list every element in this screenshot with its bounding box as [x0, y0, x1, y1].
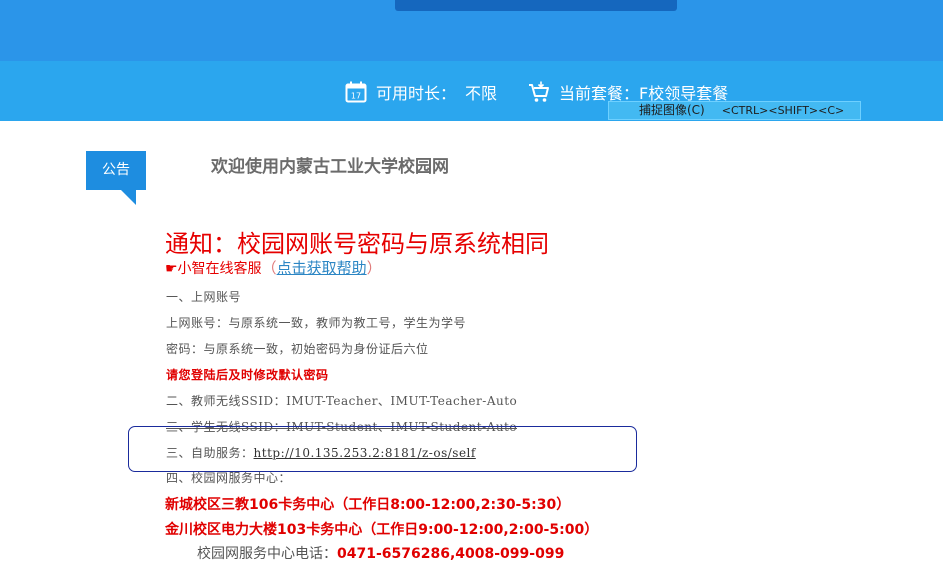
plan-info: 当前套餐： F校领导套餐: [528, 81, 728, 103]
notice-tag: 公告: [86, 151, 146, 190]
paren-open: （: [261, 259, 277, 277]
customer-service-label: ☛小智在线客服: [165, 261, 262, 277]
notice-line-teacher-ssid: 二、教师无线SSID：IMUT-Teacher、IMUT-Teacher-Aut…: [166, 394, 518, 408]
notice-line-password: 密码：与原系统一致，初始密码为身份证后六位: [166, 342, 429, 356]
notice-line-change-password: 请您登陆后及时修改默认密码: [166, 368, 329, 382]
capture-label: 捕捉图像(C): [639, 103, 705, 117]
notice-line-account: 上网账号：与原系统一致，教师为教工号，学生为学号: [166, 316, 467, 330]
cart-icon: [529, 81, 549, 102]
customer-service-line: ☛小智在线客服（点击获取帮助）: [165, 257, 382, 278]
phone-value: 0471-6576286,4008-099-099: [337, 546, 565, 562]
paren-close: ）: [366, 259, 382, 277]
jinchuan-card-center: 金川校区电力大楼103卡务中心（工作日9:00-12:00,2:00-5:00）: [165, 522, 599, 538]
help-link[interactable]: 点击获取帮助: [277, 259, 367, 277]
usage-value: 不限: [465, 84, 498, 103]
xincheng-card-center: 新城校区三教106卡务中心（工作日8:00-12:00,2:30-5:30）: [165, 497, 571, 513]
capture-shortcut-tooltip: 捕捉图像(C) <CTRL><SHIFT><C>: [608, 101, 861, 120]
service-phone: 校园网服务中心电话：0471-6576286,4008-099-099: [197, 543, 564, 563]
highlight-annotation: [128, 426, 637, 472]
notice-headline: 通知：校园网账号密码与原系统相同: [165, 230, 549, 258]
top-action-button[interactable]: [395, 0, 677, 11]
welcome-title: 欢迎使用内蒙古工业大学校园网: [211, 157, 449, 177]
calendar-day: 17: [351, 92, 361, 101]
capture-shortcut: <CTRL><SHIFT><C>: [721, 104, 845, 117]
calendar-icon: 17: [345, 81, 367, 103]
usage-label: 可用时长：: [376, 84, 457, 103]
usage-info: 17 可用时长： 不限: [345, 81, 497, 103]
phone-label: 校园网服务中心电话：: [197, 546, 337, 562]
notice-tag-tail: [121, 190, 136, 205]
notice-line-account-heading: 一、上网账号: [166, 290, 242, 304]
